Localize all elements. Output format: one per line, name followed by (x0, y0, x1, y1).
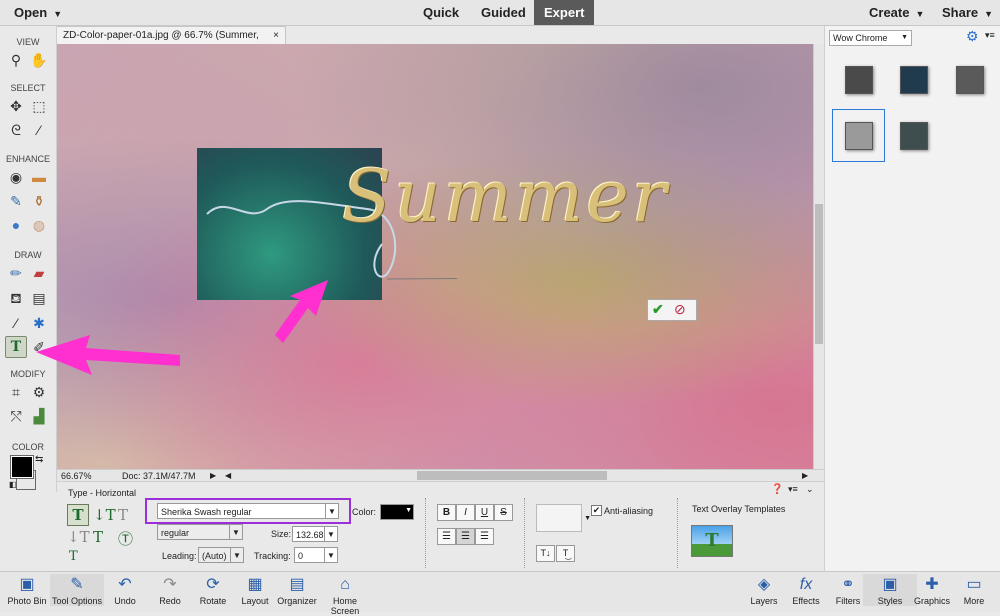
size-label: Size: (271, 529, 292, 539)
align-center-icon[interactable]: ☰ (456, 528, 475, 545)
panel-menu-icon[interactable]: ▾≡ (985, 30, 995, 41)
underline-button[interactable]: U (475, 504, 494, 521)
photo-bin-button[interactable]: ▣ Photo Bin (0, 574, 54, 606)
organizer-label: Organizer (277, 596, 317, 606)
collapse-options-icon[interactable]: ⌄ (806, 484, 814, 495)
text-on-shape-icon[interactable]: Ⓣ (118, 528, 133, 549)
home-screen-label: Home Screen (330, 596, 360, 616)
leading-caret-icon: ▼ (230, 548, 243, 562)
color-label: Color: (352, 507, 377, 517)
warp-text-icon[interactable]: T͜ (556, 545, 575, 562)
font-size-select[interactable]: 132.68 ▼ (292, 526, 338, 542)
tracking-select[interactable]: 0 ▼ (294, 547, 338, 563)
tool-options-panel: Type - Horizontal ❓ ▾≡ ⌄ T ↓T T ↓T T Ⓣ T… (57, 481, 824, 572)
leading-value: (Auto) (202, 551, 227, 561)
anti-aliasing-checkbox[interactable]: ✔ (591, 505, 602, 516)
style-category-dropdown[interactable]: Wow Chrome ▼ (829, 30, 912, 46)
anti-aliasing-label: Anti-aliasing (604, 506, 654, 516)
font-size-value: 132.68 (296, 530, 324, 540)
styles-label: Styles (877, 596, 903, 606)
undo-label: Undo (114, 596, 136, 606)
font-family-caret-icon: ▼ (325, 504, 338, 518)
bottom-taskbar: ▣ Photo Bin ✎ Tool Options ↶ Undo ↷ Redo ⟳ Ro… (0, 571, 1000, 616)
help-icon[interactable]: ❓ (771, 484, 783, 495)
align-left-icon[interactable]: ☰ (437, 528, 456, 545)
home-screen-button[interactable]: ⌂ Home Screen (318, 574, 372, 616)
options-menu-icon[interactable]: ▾≡ (788, 484, 798, 495)
font-family-select[interactable]: Sherika Swash regular ▼ (157, 503, 339, 519)
text-overlay-templates-label: Text Overlay Templates (692, 504, 786, 514)
arrow-to-summer-icon (275, 280, 328, 343)
layout-label: Layout (241, 596, 269, 606)
text-color-caret-icon: ▼ (405, 507, 412, 514)
divider-3 (677, 498, 679, 568)
divider-2 (524, 498, 526, 568)
style-swatch-3[interactable] (956, 66, 984, 94)
vertical-type-mask-icon[interactable]: ↓T (67, 528, 90, 546)
text-style-swatch[interactable]: ▼ (536, 504, 591, 532)
more-label: More (963, 596, 985, 606)
arrow-to-type-tool-icon (36, 335, 180, 375)
italic-button[interactable]: I (456, 504, 475, 521)
dropdown-caret-icon: ▼ (901, 34, 908, 41)
style-swatch-4[interactable] (845, 122, 873, 150)
text-style-caret-icon: ▼ (584, 515, 591, 522)
style-swatch-5[interactable] (900, 122, 928, 150)
text-on-path-icon[interactable]: T (69, 549, 78, 564)
vertical-scroll-thumb[interactable] (815, 204, 823, 344)
type-mode-label: Type - Horizontal (68, 488, 137, 498)
effects-label: Effects (792, 596, 820, 606)
font-size-caret-icon: ▼ (324, 527, 337, 541)
bold-button[interactable]: B (437, 504, 456, 521)
font-family-value: Sherika Swash regular (161, 507, 252, 517)
tool-options-icon: ✎ (70, 576, 84, 593)
font-style-select[interactable]: regular ▼ (157, 524, 243, 540)
text-overlay-templates-icon[interactable]: T (691, 525, 733, 557)
align-right-icon[interactable]: ☰ (475, 528, 494, 545)
rotate-label: Rotate (199, 596, 227, 606)
tracking-value: 0 (298, 551, 304, 561)
style-swatch-2[interactable] (900, 66, 928, 94)
styles-panel: Wow Chrome ▼ ⚙ ▾≡ (824, 26, 1000, 571)
tracking-label: Tracking: (254, 551, 291, 561)
home-icon: ⌂ (340, 576, 350, 593)
style-category-value: Wow Chrome (833, 33, 888, 43)
organizer-icon: ▤ (289, 576, 305, 593)
font-style-value: regular (161, 528, 190, 538)
tool-options-button[interactable]: ✎ Tool Options (50, 574, 104, 606)
photo-bin-label: Photo Bin (7, 596, 47, 606)
tool-options-label: Tool Options (51, 596, 103, 606)
redo-label: Redo (159, 596, 181, 606)
style-swatch-1[interactable] (845, 66, 873, 94)
leading-select[interactable]: (Auto) ▼ (198, 547, 244, 563)
vertical-type-tool-icon[interactable]: ↓T (93, 506, 116, 524)
organizer-button[interactable]: ▤ Organizer (270, 574, 324, 606)
horizontal-type-tool-icon[interactable]: T (67, 504, 89, 526)
text-color-swatch[interactable]: ▼ (380, 504, 414, 520)
font-style-caret-icon: ▼ (229, 525, 242, 539)
divider-1 (425, 498, 427, 568)
text-on-selection-icon[interactable]: T (93, 528, 103, 546)
strikethrough-button[interactable]: S (494, 504, 513, 521)
more-icon: ▭ (966, 576, 982, 593)
graphics-label: Graphics (913, 596, 950, 606)
panel-settings-gear-icon[interactable]: ⚙ (966, 28, 979, 45)
layers-label: Layers (750, 596, 778, 606)
more-button[interactable]: ▭ More (947, 574, 1000, 606)
photo-bin-icon: ▣ (19, 576, 35, 593)
leading-label: Leading: (162, 551, 197, 561)
change-orientation-icon[interactable]: T↓ (536, 545, 555, 562)
filters-label: Filters (835, 596, 861, 606)
horizontal-scroll-thumb[interactable] (417, 471, 607, 480)
tracking-caret-icon: ▼ (324, 548, 337, 562)
horizontal-type-mask-icon[interactable]: T (118, 506, 128, 524)
